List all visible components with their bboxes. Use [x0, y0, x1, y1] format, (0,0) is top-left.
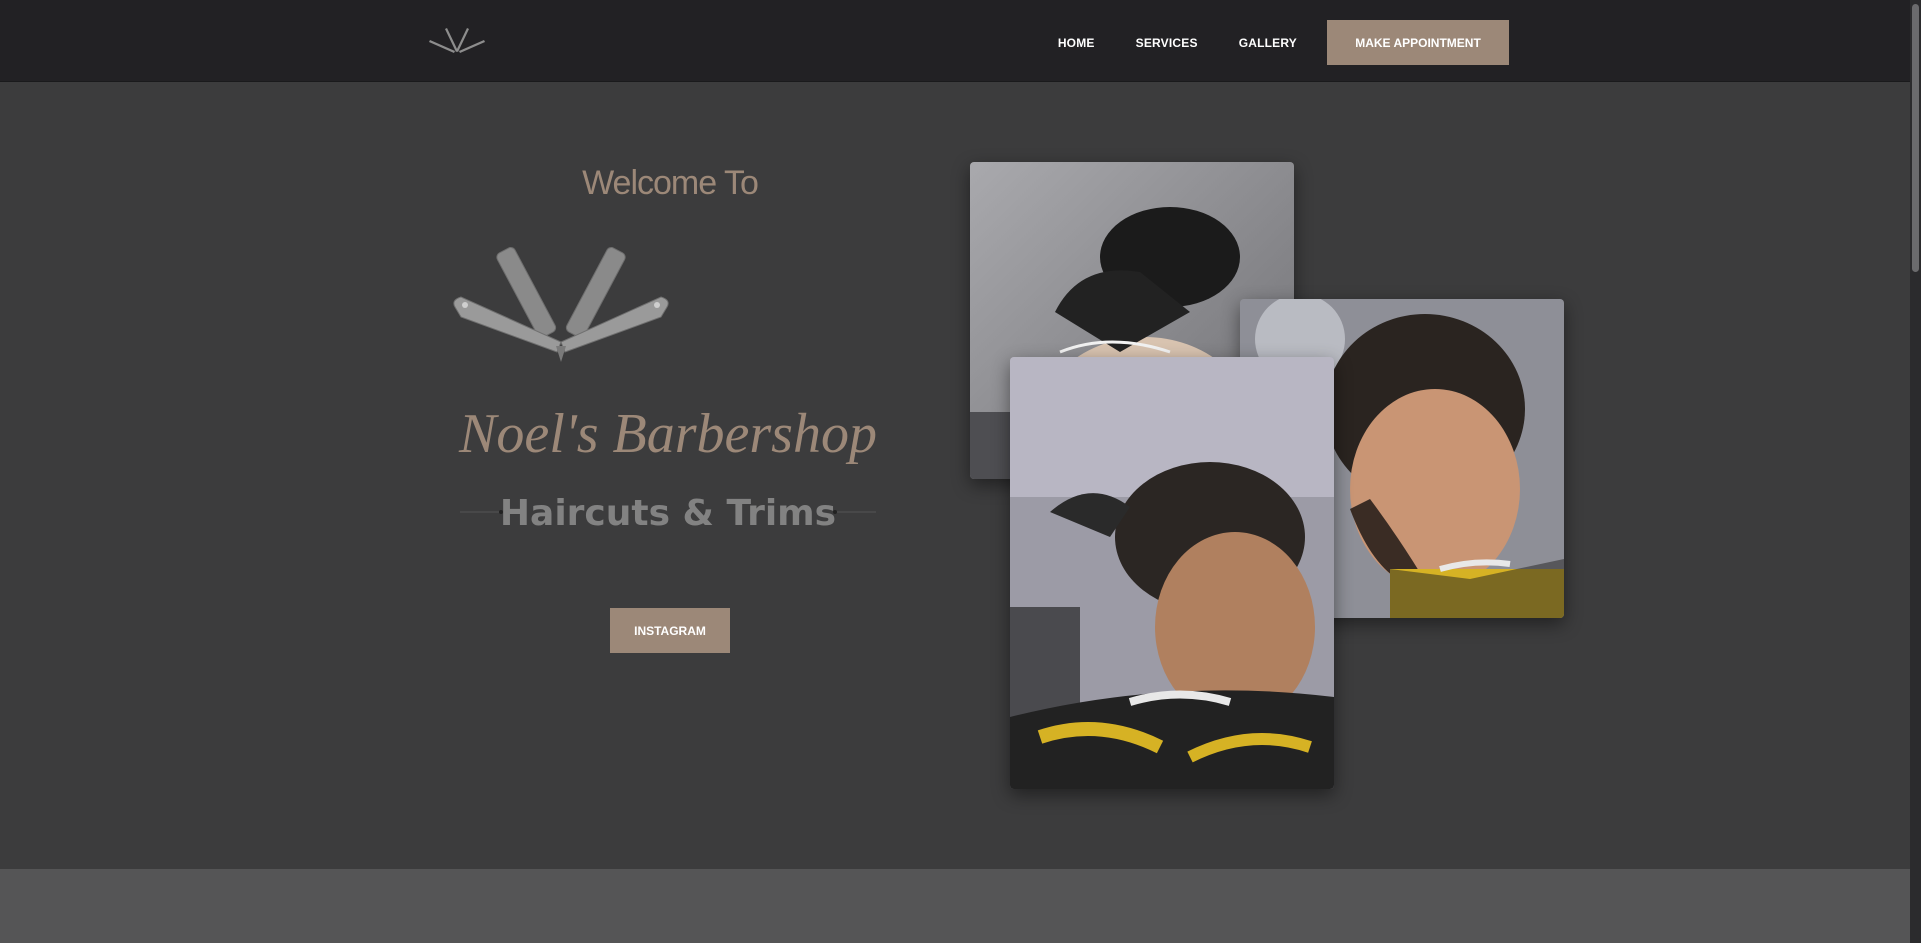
instagram-button[interactable]: INSTAGRAM [610, 608, 730, 653]
main-nav: HOME SERVICES GALLERY MAKE APPOINTMENT [1058, 20, 1509, 65]
brand-name: Noel's Barbershop [458, 403, 877, 465]
crossed-razors-icon [453, 247, 669, 362]
make-appointment-button[interactable]: MAKE APPOINTMENT [1327, 20, 1509, 65]
hero-section: Welcome To Noel's Barbershop Haircuts & … [0, 82, 1910, 869]
crossed-razors-icon[interactable] [428, 26, 486, 56]
top-navigation-bar: HOME SERVICES GALLERY MAKE APPOINTMENT [0, 0, 1910, 82]
tagline: Haircuts & Trims [500, 493, 836, 534]
barbershop-logo: Noel's Barbershop Haircuts & Trims [453, 247, 877, 534]
scrollbar-thumb[interactable] [1912, 4, 1919, 272]
textured-fade-haircut-photo [1010, 357, 1334, 789]
next-section [0, 869, 1910, 943]
nav-home-link[interactable]: HOME [1058, 36, 1095, 50]
nav-services-link[interactable]: SERVICES [1136, 36, 1198, 50]
page-scrollbar[interactable] [1910, 0, 1921, 943]
welcome-heading: Welcome To [582, 164, 759, 202]
nav-gallery-link[interactable]: GALLERY [1239, 36, 1297, 50]
